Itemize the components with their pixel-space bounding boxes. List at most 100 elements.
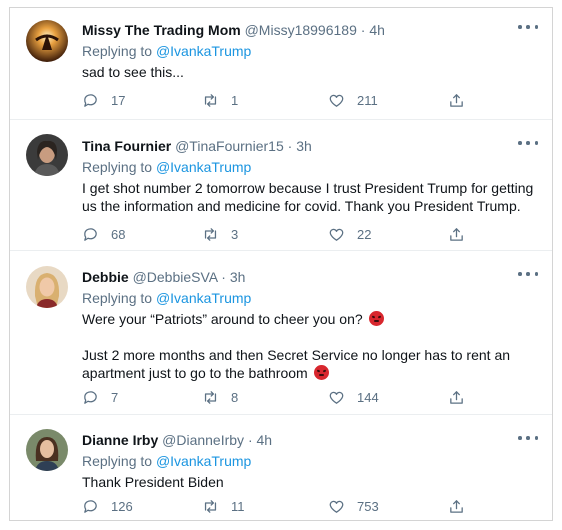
reply-icon <box>84 227 97 241</box>
share-button[interactable] <box>448 496 465 516</box>
replying-to: Replying to @IvankaTrump <box>82 158 536 177</box>
separator-dot: · <box>221 269 226 285</box>
share-icon <box>450 499 463 513</box>
like-count: 22 <box>357 226 372 242</box>
retweet-button[interactable]: 3 <box>202 224 238 244</box>
more-options-icon[interactable] <box>518 138 538 148</box>
angry-face-icon <box>313 365 329 380</box>
like-button[interactable]: 22 <box>328 224 371 244</box>
display-name[interactable]: Tina Fournier <box>82 138 171 154</box>
reply-count: 68 <box>111 226 126 242</box>
replying-to: Replying to @IvankaTrump <box>82 452 536 471</box>
tweet-header: Missy The Trading Mom @Missy18996189 · 4… <box>82 21 536 40</box>
tweet-paragraph-text: Were your “Patriots” around to cheer you… <box>82 311 363 327</box>
display-name[interactable]: Debbie <box>82 269 129 285</box>
mention-link[interactable]: @IvankaTrump <box>156 453 251 469</box>
like-count: 144 <box>357 389 379 405</box>
avatar[interactable] <box>26 266 68 308</box>
mention-link[interactable]: @IvankaTrump <box>156 43 251 59</box>
user-handle[interactable]: @DianneIrby <box>162 432 244 448</box>
tweet-header: Debbie @DebbieSVA · 3h <box>82 268 536 287</box>
like-button[interactable]: 144 <box>328 387 379 407</box>
tweet-paragraph-text: Just 2 more months and then Secret Servi… <box>82 347 511 381</box>
reply-button[interactable]: 68 <box>82 224 125 244</box>
tweet-paragraph: I get shot number 2 tomorrow because I t… <box>82 180 534 214</box>
reply-count: 7 <box>111 389 119 405</box>
like-button[interactable]: 211 <box>328 90 378 110</box>
timestamp[interactable]: 3h <box>296 138 312 154</box>
more-options-icon[interactable] <box>518 269 538 279</box>
like-count: 211 <box>357 92 378 108</box>
tweet-paragraph: Were your “Patriots” around to cheer you… <box>82 310 536 328</box>
share-button[interactable] <box>448 90 465 110</box>
retweet-button[interactable]: 1 <box>202 90 238 110</box>
retweet-button[interactable]: 8 <box>202 387 238 407</box>
retweet-icon <box>204 499 217 513</box>
tweet-actions: 68 3 22 <box>82 224 482 244</box>
replying-to-label: Replying to <box>82 43 153 59</box>
avatar[interactable] <box>26 429 68 471</box>
tweet-paragraph: sad to see this... <box>82 64 184 80</box>
tweet-text: Were your “Patriots” around to cheer you… <box>82 310 536 382</box>
heart-icon <box>329 391 344 404</box>
share-button[interactable] <box>448 224 465 244</box>
replying-to: Replying to @IvankaTrump <box>82 289 536 308</box>
mention-link[interactable]: @IvankaTrump <box>156 290 251 306</box>
tweet-paragraph: Just 2 more months and then Secret Servi… <box>82 346 536 382</box>
user-handle[interactable]: @DebbieSVA <box>133 269 218 285</box>
retweet-icon <box>204 390 217 404</box>
separator-dot: · <box>287 138 293 154</box>
replying-to: Replying to @IvankaTrump <box>82 42 536 61</box>
like-count: 753 <box>357 498 379 514</box>
mention-link[interactable]: @IvankaTrump <box>156 159 251 175</box>
tweet-text: sad to see this... <box>82 63 536 81</box>
angry-face-icon <box>368 311 384 326</box>
tweet-text: I get shot number 2 tomorrow because I t… <box>82 179 536 215</box>
timestamp[interactable]: 4h <box>257 432 273 448</box>
avatar[interactable] <box>26 20 68 62</box>
more-options-icon[interactable] <box>518 22 538 32</box>
display-name[interactable]: Dianne Irby <box>82 432 158 448</box>
tweet-header: Tina Fournier @TinaFournier15 · 3h <box>82 137 536 156</box>
heart-icon <box>329 228 344 241</box>
retweet-count: 3 <box>231 226 239 242</box>
display-name[interactable]: Missy The Trading Mom <box>82 22 241 38</box>
tweet-paragraph: Thank President Biden <box>82 474 224 490</box>
separator-dot: · <box>247 432 253 448</box>
tweet[interactable]: Dianne Irby @DianneIrby · 4h Replying to… <box>10 415 552 520</box>
retweet-button[interactable]: 11 <box>202 496 245 516</box>
avatar[interactable] <box>26 134 68 176</box>
retweet-count: 8 <box>231 389 239 405</box>
retweet-count: 1 <box>231 92 239 108</box>
share-icon <box>450 227 463 241</box>
retweet-icon <box>204 93 217 107</box>
tweet-actions: 17 1 211 <box>82 90 482 110</box>
tweet[interactable]: Debbie @DebbieSVA · 3h Replying to @Ivan… <box>10 251 552 415</box>
replying-to-label: Replying to <box>82 453 153 469</box>
like-button[interactable]: 753 <box>328 496 379 516</box>
reply-icon <box>84 93 97 107</box>
tweet[interactable]: Tina Fournier @TinaFournier15 · 3h Reply… <box>10 120 552 251</box>
reply-thread: Missy The Trading Mom @Missy18996189 · 4… <box>9 7 553 521</box>
reply-button[interactable]: 7 <box>82 387 118 407</box>
reply-count: 17 <box>111 92 126 108</box>
reply-button[interactable]: 17 <box>82 90 125 110</box>
user-handle[interactable]: @TinaFournier15 <box>175 138 284 154</box>
share-button[interactable] <box>448 387 465 407</box>
share-icon <box>450 390 463 404</box>
more-options-icon[interactable] <box>518 433 538 443</box>
user-handle[interactable]: @Missy18996189 <box>245 22 357 38</box>
reply-count: 126 <box>111 498 133 514</box>
share-icon <box>450 93 463 107</box>
tweet-text: Thank President Biden <box>82 473 536 491</box>
heart-icon <box>329 500 344 513</box>
timestamp[interactable]: 4h <box>369 22 385 38</box>
replying-to-label: Replying to <box>82 159 153 175</box>
timestamp[interactable]: 3h <box>230 269 246 285</box>
tweet-actions: 126 11 753 <box>82 496 482 516</box>
tweet[interactable]: Missy The Trading Mom @Missy18996189 · 4… <box>10 8 552 120</box>
tweet-header: Dianne Irby @DianneIrby · 4h <box>82 431 536 450</box>
tweet-actions: 7 8 144 <box>82 387 482 407</box>
reply-button[interactable]: 126 <box>82 496 133 516</box>
heart-icon <box>329 94 344 107</box>
